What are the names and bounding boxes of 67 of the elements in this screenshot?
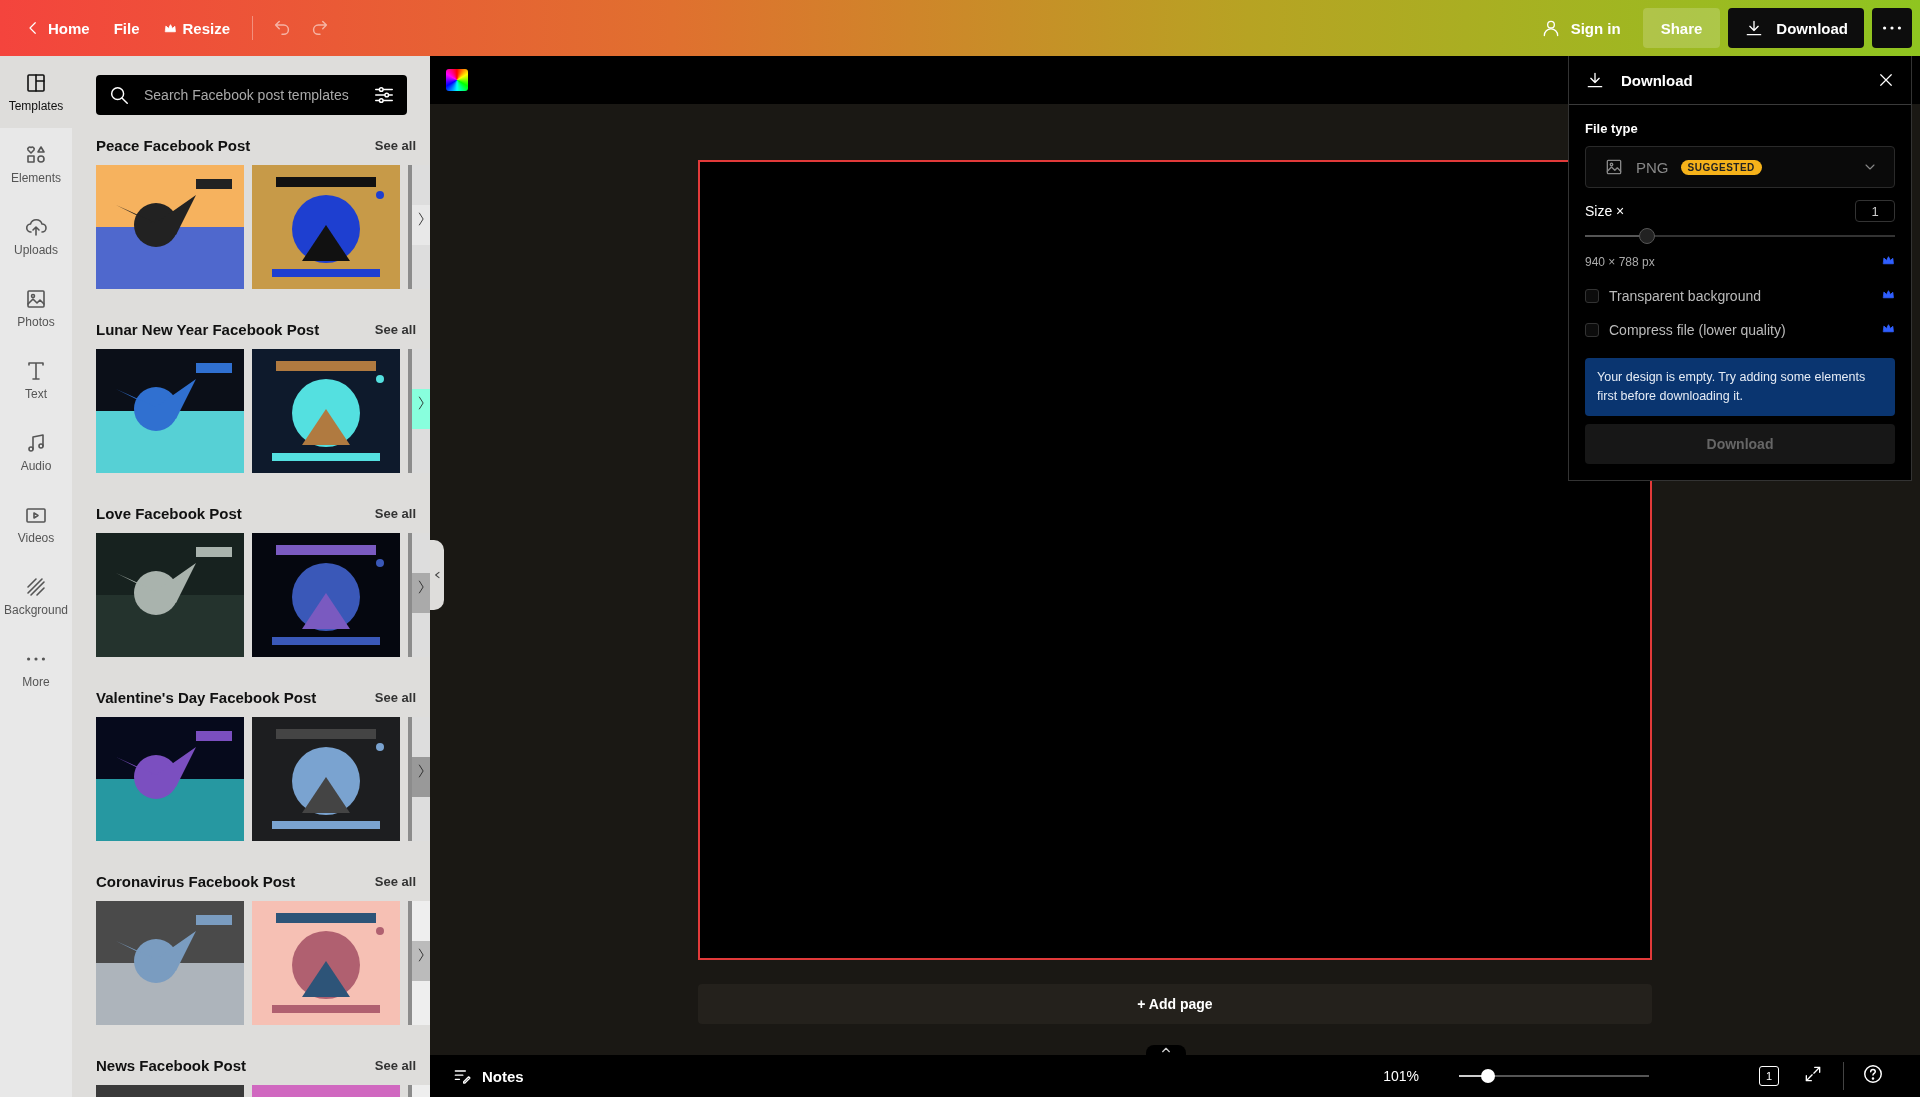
zoom-percent: 101%	[1383, 1068, 1419, 1084]
size-slider[interactable]	[1585, 228, 1895, 244]
empty-design-notice: Your design is empty. Try adding some elements first before downloading it.	[1585, 358, 1895, 416]
fullscreen-icon	[1803, 1064, 1823, 1084]
expand-tab[interactable]	[1146, 1045, 1186, 1057]
close-icon	[1877, 71, 1895, 89]
page-count[interactable]: 1	[1759, 1066, 1779, 1086]
sidebar-tab[interactable]: Background	[0, 560, 72, 632]
option-label: Compress file (lower quality)	[1609, 322, 1787, 338]
stripes-icon	[24, 575, 48, 599]
section-title: Coronavirus Facebook Post	[96, 872, 296, 890]
sidebar-tab[interactable]: Photos	[0, 272, 72, 344]
section-title: Valentine's Day Facebook Post	[96, 688, 317, 706]
filter-icon	[373, 84, 395, 106]
option-label: Transparent background	[1609, 288, 1763, 304]
crown-icon	[1882, 322, 1895, 335]
see-all-link[interactable]: See all	[374, 137, 416, 153]
nav-button[interactable]: File	[101, 11, 152, 45]
see-all-link[interactable]: See all	[374, 505, 416, 521]
notes-button[interactable]: Notes	[446, 1065, 530, 1087]
zoom-slider[interactable]	[1459, 1069, 1649, 1083]
search-field[interactable]: Search Facebook post templates	[142, 86, 361, 104]
more-icon	[27, 657, 45, 661]
nav-button[interactable]: Resize	[151, 11, 243, 45]
more-icon	[1883, 26, 1901, 30]
see-all-link[interactable]: See all	[374, 689, 416, 705]
image-icon	[24, 287, 48, 311]
see-all-link[interactable]: See all	[374, 873, 416, 889]
section-title: News Facebook Post	[96, 1056, 247, 1074]
file-type-dropdown[interactable]: PNG SUGGESTED	[1585, 146, 1895, 188]
color-swatch[interactable]	[446, 69, 468, 91]
section-title: Lunar New Year Facebook Post	[96, 320, 320, 338]
search-icon	[108, 84, 130, 106]
close-button[interactable]	[1877, 71, 1895, 89]
chevron-left-icon	[433, 571, 441, 579]
download-icon	[1585, 70, 1605, 90]
sidebar-tab[interactable]: More	[0, 632, 72, 704]
see-all-link[interactable]: See all	[374, 321, 416, 337]
checkbox[interactable]	[1585, 323, 1599, 337]
crown-icon	[163, 21, 177, 35]
sidebar-tab[interactable]: Uploads	[0, 200, 72, 272]
sidebar-tab[interactable]: Videos	[0, 488, 72, 560]
panel-title: Download	[1621, 71, 1694, 89]
help-icon	[1862, 1063, 1884, 1085]
image-icon	[1604, 157, 1624, 177]
sidebar-tab[interactable]: Audio	[0, 416, 72, 488]
collapse-handle[interactable]	[430, 540, 444, 610]
sidebar-tab[interactable]: Templates	[0, 56, 72, 128]
search-bar[interactable]: Search Facebook post templates	[96, 75, 407, 115]
download-button[interactable]: Download	[1728, 8, 1864, 48]
checkbox[interactable]	[1585, 289, 1599, 303]
sidebar-tab[interactable]: Elements	[0, 128, 72, 200]
nav-button[interactable]: Home	[12, 11, 102, 45]
section-title: Peace Facebook Post	[96, 136, 251, 154]
chevron-up-icon	[1161, 1045, 1171, 1055]
dimensions-text: 940 × 788 px	[1585, 255, 1655, 269]
crown-icon	[1882, 254, 1895, 267]
sidebar-tab[interactable]: Text	[0, 344, 72, 416]
layout-icon	[24, 71, 48, 95]
see-all-link[interactable]: See all	[374, 1057, 416, 1073]
size-input[interactable]: 1	[1855, 200, 1895, 222]
add-page-button[interactable]: + Add page	[698, 984, 1652, 1024]
crown-icon	[1882, 288, 1895, 301]
more-button[interactable]	[1872, 8, 1912, 48]
field-label: File type	[1585, 121, 1639, 136]
size-label: Size ×	[1585, 203, 1625, 219]
section-title: Love Facebook Post	[96, 504, 242, 522]
